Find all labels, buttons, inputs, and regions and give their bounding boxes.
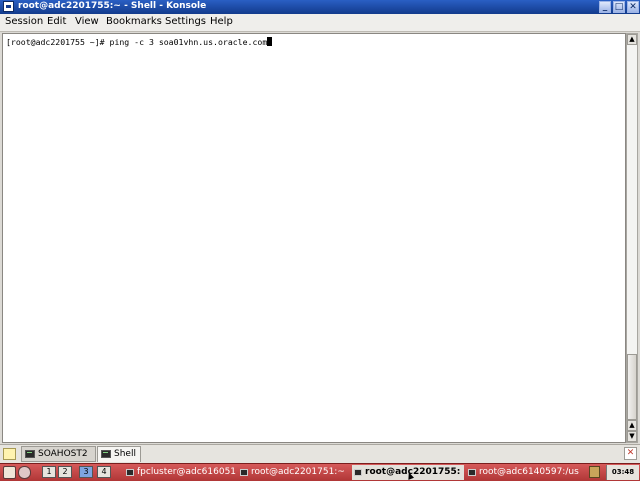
k-menu-icon[interactable] — [3, 466, 16, 479]
lock-screen-icon[interactable] — [18, 466, 31, 479]
terminal-icon — [468, 469, 476, 476]
taskbar: 1 2 3 4 fpcluster@adc616051 root@adc2201… — [0, 463, 640, 481]
task-fpcluster[interactable]: fpcluster@adc616051 — [124, 465, 236, 480]
menu-bar: Session Edit View Bookmarks Settings Hel… — [0, 14, 640, 32]
scroll-down-arrow-icon[interactable]: ▼ — [627, 431, 637, 442]
terminal-line: [root@adc2201755 ~]# ping -c 3 soa01vhn.… — [6, 37, 273, 47]
menu-help[interactable]: Help — [210, 16, 233, 27]
title-bar[interactable]: root@adc2201755:~ - Shell - Konsole _ □ … — [0, 0, 640, 14]
scroll-up-arrow-icon[interactable]: ▲ — [627, 34, 637, 45]
terminal-icon — [25, 450, 35, 458]
scroll-up-arrow-icon[interactable]: ▲ — [627, 420, 637, 431]
desktop-1[interactable]: 1 — [42, 466, 56, 478]
desktop-3[interactable]: 3 — [79, 466, 93, 478]
task-adc2201751[interactable]: root@adc2201751:~ — [238, 465, 350, 480]
terminal-icon — [240, 469, 248, 476]
tab-shell[interactable]: Shell — [97, 446, 141, 462]
menu-settings[interactable]: Settings — [165, 16, 206, 27]
clock[interactable]: 03:48 — [606, 465, 639, 480]
menu-view[interactable]: View — [75, 16, 99, 27]
terminal-icon — [126, 469, 134, 476]
close-button[interactable]: ✕ — [627, 1, 639, 13]
shell-prompt: [root@adc2201755 ~]# — [6, 37, 105, 47]
konsole-icon[interactable] — [3, 1, 14, 12]
close-tab-icon[interactable]: ✕ — [624, 447, 637, 460]
desktop-4[interactable]: 4 — [97, 466, 111, 478]
menu-session[interactable]: Session — [5, 16, 43, 27]
new-tab-icon[interactable] — [3, 448, 16, 460]
menu-bookmarks[interactable]: Bookmarks — [106, 16, 162, 27]
scrollbar-thumb[interactable] — [627, 354, 637, 420]
tab-soahost2[interactable]: SOAHOST2 — [21, 446, 96, 462]
session-tab-bar: SOAHOST2 Shell ✕ — [0, 444, 640, 463]
terminal-icon — [101, 450, 111, 458]
clipboard-icon[interactable] — [589, 466, 600, 478]
window-title: root@adc2201755:~ - Shell - Konsole — [18, 1, 207, 11]
terminal-icon — [354, 469, 362, 476]
tab-label: SOAHOST2 — [38, 449, 88, 459]
vertical-scrollbar[interactable]: ▲ ▲ ▼ — [626, 33, 638, 443]
menu-edit[interactable]: Edit — [47, 16, 66, 27]
minimize-button[interactable]: _ — [599, 1, 611, 13]
task-adc6140597[interactable]: root@adc6140597:/us — [466, 465, 582, 480]
desktop-2[interactable]: 2 — [58, 466, 72, 478]
shell-command: ping -c 3 soa01vhn.us.oracle.com — [104, 37, 268, 47]
terminal-area[interactable]: [root@adc2201755 ~]# ping -c 3 soa01vhn.… — [2, 33, 626, 443]
maximize-button[interactable]: □ — [613, 1, 625, 13]
tab-label: Shell — [114, 449, 136, 459]
text-cursor — [267, 37, 273, 46]
